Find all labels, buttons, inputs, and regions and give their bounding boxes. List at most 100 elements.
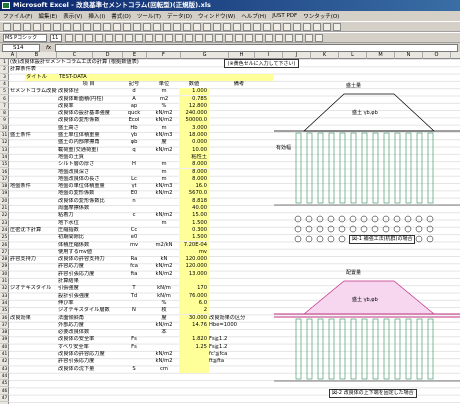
value-cell[interactable]: mv bbox=[179, 248, 209, 257]
value-cell[interactable]: 3.000 bbox=[179, 124, 209, 132]
toolbar-button[interactable] bbox=[53, 22, 61, 31]
toolbar-button[interactable] bbox=[155, 33, 163, 42]
column-header[interactable]: L bbox=[339, 52, 367, 59]
toolbar-button[interactable] bbox=[243, 22, 251, 31]
row-header[interactable]: 44 bbox=[0, 373, 9, 381]
row-header[interactable]: 47 bbox=[0, 395, 9, 403]
toolbar-button[interactable] bbox=[265, 33, 273, 42]
toolbar-button[interactable] bbox=[205, 33, 213, 42]
menu-item[interactable]: JUST PDF bbox=[272, 13, 297, 19]
menu-item[interactable]: 編集(E) bbox=[38, 12, 57, 20]
value-cell[interactable]: 76.000 bbox=[179, 292, 209, 300]
toolbar-button[interactable] bbox=[43, 22, 51, 31]
column-header[interactable]: P bbox=[451, 52, 460, 59]
column-header[interactable]: A bbox=[9, 52, 17, 59]
row-header[interactable]: 18 bbox=[0, 183, 9, 191]
toolbar-button[interactable] bbox=[323, 22, 331, 31]
row-header[interactable]: 21 bbox=[0, 205, 9, 213]
row-header[interactable]: 12 bbox=[0, 139, 9, 147]
toolbar-button[interactable] bbox=[165, 33, 173, 42]
row-header[interactable]: 28 bbox=[0, 256, 9, 264]
menu-item[interactable]: 挿入(I) bbox=[88, 12, 105, 20]
toolbar-button[interactable] bbox=[215, 33, 223, 42]
toolbar-button[interactable] bbox=[255, 33, 263, 42]
toolbar-button[interactable] bbox=[75, 33, 83, 42]
toolbar-button[interactable] bbox=[135, 33, 143, 42]
menu-item[interactable]: 書式(O) bbox=[111, 12, 131, 20]
row-header[interactable]: 29 bbox=[0, 263, 9, 271]
name-box[interactable]: S14 bbox=[2, 43, 40, 52]
row-header[interactable]: 6 bbox=[0, 96, 9, 103]
row-header[interactable]: 26 bbox=[0, 242, 9, 249]
row-header[interactable]: 43 bbox=[0, 366, 9, 373]
toolbar-button[interactable] bbox=[183, 22, 191, 31]
value-cell[interactable] bbox=[179, 365, 209, 373]
row-header[interactable]: 11 bbox=[0, 132, 9, 140]
row-header[interactable]: 10 bbox=[0, 125, 9, 132]
toolbar-button[interactable] bbox=[305, 33, 313, 42]
row-header[interactable]: 45 bbox=[0, 380, 9, 388]
row-header[interactable]: 3 bbox=[0, 74, 9, 81]
font-name-select[interactable]: MS Pゴシック bbox=[3, 33, 47, 42]
toolbar-button[interactable] bbox=[175, 33, 183, 42]
toolbar-button[interactable] bbox=[163, 22, 171, 31]
value-cell[interactable]: 12.800 bbox=[179, 102, 209, 111]
toolbar-button[interactable] bbox=[315, 33, 323, 42]
row-header[interactable]: 16 bbox=[0, 169, 9, 176]
row-header[interactable]: 1 bbox=[0, 59, 9, 67]
toolbar-button[interactable] bbox=[193, 22, 201, 31]
value-cell[interactable]: 2 bbox=[179, 307, 209, 315]
toolbar-button[interactable] bbox=[333, 22, 341, 31]
row-header[interactable]: 24 bbox=[0, 227, 9, 235]
row-header[interactable]: 20 bbox=[0, 198, 9, 205]
row-header[interactable]: 32 bbox=[0, 285, 9, 293]
toolbar-button[interactable] bbox=[203, 22, 211, 31]
value-cell[interactable]: 0.000 bbox=[179, 139, 209, 147]
toolbar-button[interactable] bbox=[153, 22, 161, 31]
formula-input[interactable] bbox=[55, 43, 458, 52]
toolbar-button[interactable] bbox=[3, 22, 11, 31]
value-cell[interactable]: 0.300 bbox=[179, 226, 209, 235]
value-cell[interactable]: 120.000 bbox=[179, 256, 209, 264]
toolbar-button[interactable] bbox=[223, 22, 231, 31]
toolbar-button[interactable] bbox=[133, 22, 141, 31]
toolbar-button[interactable] bbox=[95, 33, 103, 42]
column-header[interactable]: M bbox=[367, 52, 395, 59]
toolbar-button[interactable] bbox=[115, 33, 123, 42]
font-size-select[interactable]: 11 bbox=[50, 33, 62, 42]
row-header[interactable]: 46 bbox=[0, 388, 9, 395]
row-header[interactable]: 38 bbox=[0, 329, 9, 337]
value-cell[interactable] bbox=[179, 329, 209, 337]
toolbar-button[interactable] bbox=[235, 33, 243, 42]
value-cell[interactable]: 1.500 bbox=[179, 219, 209, 227]
toolbar-button[interactable] bbox=[113, 22, 121, 31]
row-header[interactable]: 37 bbox=[0, 322, 9, 330]
row-header[interactable]: 42 bbox=[0, 358, 9, 366]
value-cell[interactable]: 8.000 bbox=[179, 168, 209, 176]
toolbar-button[interactable] bbox=[83, 22, 91, 31]
value-cell[interactable]: 5670.0 bbox=[179, 190, 209, 198]
toolbar-button[interactable] bbox=[145, 33, 153, 42]
column-header[interactable]: O bbox=[423, 52, 451, 59]
column-header[interactable]: E bbox=[123, 52, 147, 59]
row-header[interactable]: 34 bbox=[0, 300, 9, 308]
row-header[interactable]: 25 bbox=[0, 234, 9, 242]
toolbar-button[interactable] bbox=[225, 33, 233, 42]
toolbar-button[interactable] bbox=[63, 22, 71, 31]
toolbar-button[interactable] bbox=[263, 22, 271, 31]
menu-item[interactable]: データ(D) bbox=[167, 12, 192, 20]
toolbar-button[interactable] bbox=[285, 33, 293, 42]
row-header[interactable]: 30 bbox=[0, 271, 9, 278]
row-header[interactable]: 4 bbox=[0, 81, 9, 89]
row-header[interactable]: 39 bbox=[0, 336, 9, 344]
toolbar-button[interactable] bbox=[33, 22, 41, 31]
column-header[interactable]: N bbox=[395, 52, 423, 59]
toolbar-button[interactable] bbox=[195, 33, 203, 42]
menu-item[interactable]: ツール(T) bbox=[137, 12, 161, 20]
toolbar-button[interactable] bbox=[293, 22, 301, 31]
row-header[interactable]: 19 bbox=[0, 190, 9, 198]
row-header[interactable]: 5 bbox=[0, 88, 9, 96]
row-header[interactable]: 40 bbox=[0, 344, 9, 351]
column-header[interactable]: D bbox=[93, 52, 123, 59]
toolbar-button[interactable] bbox=[253, 22, 261, 31]
